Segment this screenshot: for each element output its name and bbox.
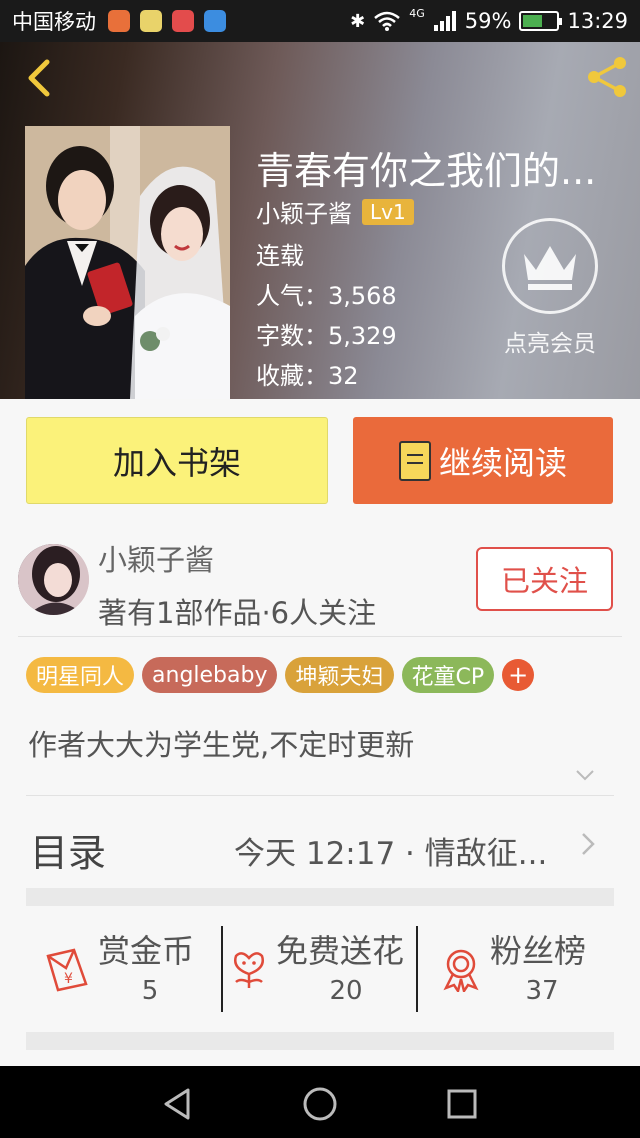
tag-chip[interactable]: 花童CP (401, 657, 495, 693)
divider (18, 636, 622, 637)
gallery-app-icon (108, 10, 130, 32)
stat-divider (416, 926, 418, 1012)
cover-art (25, 126, 230, 399)
continue-reading-label: 继续阅读 (438, 443, 567, 482)
battery-level (523, 15, 543, 27)
red-envelope-icon: ¥ (46, 948, 88, 992)
notification-icons (108, 10, 226, 32)
stat-divider (221, 926, 223, 1012)
reward-coins-button[interactable]: ¥ 赏金币 5 (44, 926, 204, 1014)
nav-back-icon[interactable] (158, 1084, 198, 1124)
medal-icon (443, 949, 479, 992)
crown-badge (502, 218, 598, 314)
tag-chip[interactable]: anglebaby (142, 657, 278, 693)
nav-home-icon[interactable] (300, 1084, 340, 1124)
crown-icon (524, 246, 576, 290)
author-level-badge: Lv1 (362, 198, 414, 225)
book-author[interactable]: 小颖子酱 (256, 194, 352, 229)
book-icon (398, 440, 431, 481)
clock: 13:29 (567, 9, 628, 33)
add-tag-button[interactable]: + (502, 659, 535, 691)
avatar-image (18, 544, 89, 615)
follow-button[interactable]: 已关注 (476, 547, 613, 611)
book-intro: 作者大大为学生党,不定时更新 (28, 728, 415, 762)
signal-icon (433, 11, 456, 31)
continue-reading-button[interactable]: 继续阅读 (353, 417, 613, 504)
author-avatar[interactable] (18, 544, 89, 615)
fan-ranking-count: 37 (525, 976, 559, 1006)
chat-app-icon (140, 10, 162, 32)
book-favorites: 收藏：32 (256, 362, 359, 390)
latest-chapter: 今天 12:17 · 情敌征... (234, 836, 548, 872)
divider (26, 795, 614, 796)
expand-chevron-icon[interactable] (575, 765, 595, 785)
nav-recents-icon[interactable] (442, 1084, 482, 1124)
catalog-row[interactable]: 目录 今天 12:17 · 情敌征... (26, 806, 614, 886)
catalog-label: 目录 (30, 831, 107, 875)
author-works-info: 著有1部作品·6人关注 (98, 596, 377, 630)
svg-text:¥: ¥ (64, 971, 73, 987)
book-header: 青春有你之我们的... 小颖子酱 Lv1 连载 人气：3,568 字数：5,32… (0, 42, 640, 399)
battery-icon (519, 11, 563, 31)
back-arrow-icon (28, 59, 50, 97)
bluetooth-icon: ✱ (350, 10, 366, 32)
section-separator (26, 1032, 614, 1050)
carrier-name: 中国移动 (12, 10, 96, 34)
add-to-shelf-label: 加入书架 (112, 443, 241, 482)
add-to-shelf-button[interactable]: 加入书架 (26, 417, 328, 504)
send-flowers-label: 免费送花 (276, 932, 405, 970)
share-icon[interactable] (584, 54, 630, 100)
book-popularity: 人气：3,568 (256, 282, 397, 310)
reward-coins-label: 赏金币 (98, 932, 195, 970)
book-word-count: 字数：5,329 (256, 322, 397, 350)
tag-chip[interactable]: 明星同人 (26, 657, 135, 693)
battery-percent: 59% (464, 9, 512, 33)
send-flowers-button[interactable]: 免费送花 20 (226, 926, 416, 1014)
map-app-icon (172, 10, 194, 32)
fan-ranking-button[interactable]: 粉丝榜 37 (438, 926, 608, 1014)
book-status: 连载 (256, 242, 304, 270)
fan-ranking-label: 粉丝榜 (490, 932, 587, 970)
system-nav-bar (0, 1066, 640, 1138)
tag-list: 明星同人 anglebaby 坤颖夫妇 花童CP + (26, 657, 535, 693)
vip-membership-button[interactable]: 点亮会员 (494, 218, 606, 358)
tag-chip[interactable]: 坤颖夫妇 (285, 657, 394, 693)
chevron-right-icon (582, 833, 595, 855)
wifi-icon (374, 11, 401, 31)
flower-icon (234, 952, 264, 988)
book-title: 青春有你之我们的... (256, 149, 597, 193)
status-bar: 中国移动 ✱ 4G 59% 13:29 (0, 0, 640, 42)
follow-label: 已关注 (500, 564, 588, 598)
send-flowers-count: 20 (329, 976, 363, 1006)
section-separator (26, 888, 614, 906)
network-type: 4G (409, 6, 425, 20)
reward-coins-count: 5 (141, 976, 159, 1006)
author-name[interactable]: 小颖子酱 (98, 537, 214, 579)
book-cover[interactable] (25, 126, 230, 399)
vip-label: 点亮会员 (504, 331, 596, 357)
video-app-icon (204, 10, 226, 32)
back-button[interactable] (16, 56, 60, 100)
